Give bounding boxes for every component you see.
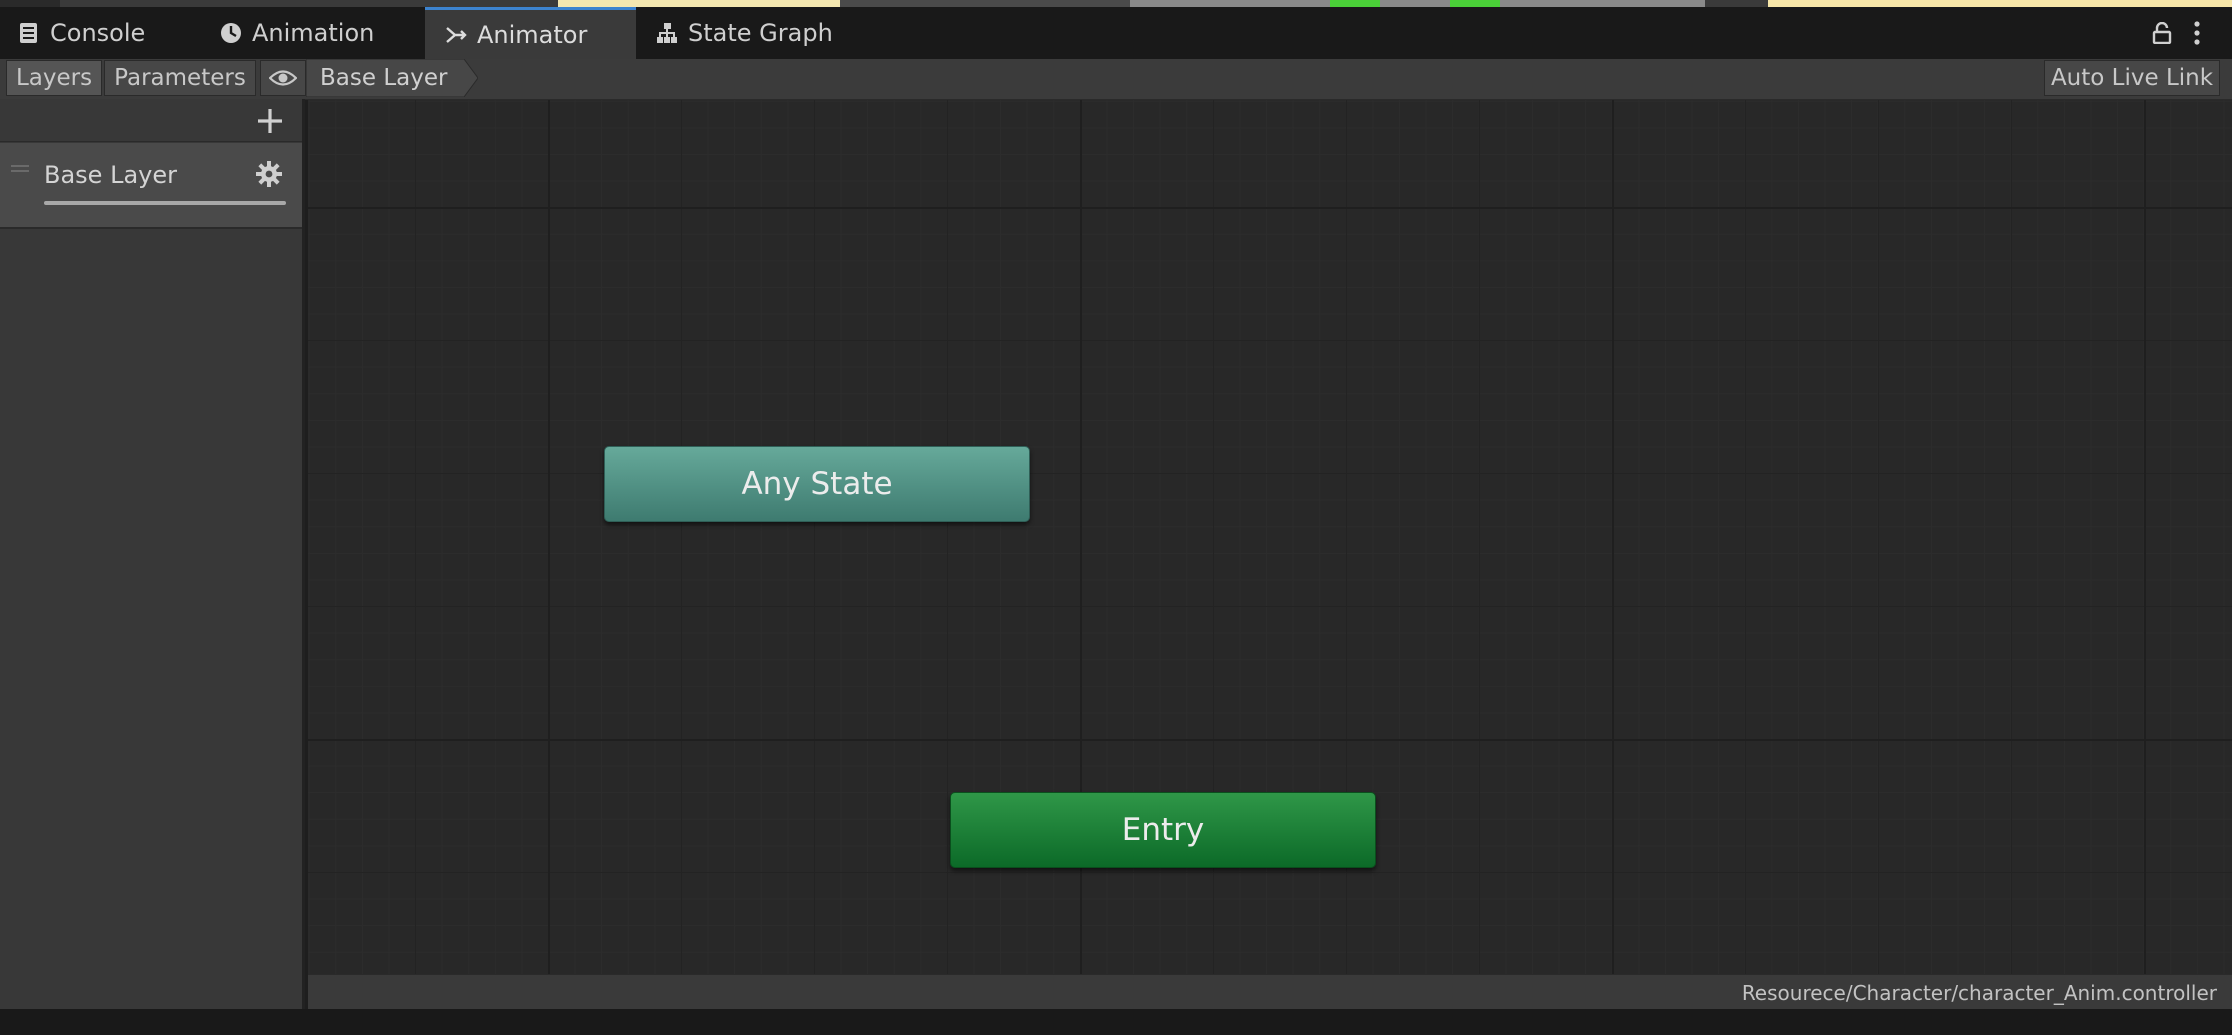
layers-tab-button[interactable]: Layers (6, 60, 102, 96)
console-icon (20, 23, 37, 43)
any-state-node[interactable]: Any State (604, 446, 1030, 522)
status-bar: Resourece/Character/character_Anim.contr… (308, 974, 2232, 1010)
layers-panel-header (0, 99, 302, 142)
layer-name: Base Layer (44, 161, 177, 189)
layers-panel: Base Layer (0, 99, 305, 1009)
breadcrumb[interactable]: Base Layer (306, 59, 478, 97)
bottom-strip (0, 1009, 2232, 1035)
auto-live-link-button[interactable]: Auto Live Link (2044, 60, 2220, 96)
layers-label: Layers (15, 65, 93, 91)
tab-state-graph[interactable]: State Graph (656, 7, 886, 59)
animator-icon (446, 26, 467, 43)
parameters-label: Parameters (114, 65, 246, 91)
eye-icon (269, 70, 297, 86)
entry-node[interactable]: Entry (950, 792, 1376, 868)
tab-animator[interactable]: Animator (425, 7, 636, 59)
tab-animation[interactable]: Animation (220, 7, 420, 59)
hierarchy-icon (657, 23, 677, 43)
lock-icon[interactable] (2152, 22, 2172, 44)
top-window-strip (0, 0, 2232, 7)
tab-console[interactable]: Console (18, 7, 218, 59)
tab-label: Animator (477, 20, 588, 49)
parameters-tab-button[interactable]: Parameters (104, 60, 256, 96)
tab-label: State Graph (688, 19, 833, 47)
layer-weight-slider[interactable] (44, 201, 286, 205)
kebab-menu-icon[interactable] (2190, 20, 2204, 46)
window-tab-bar: Console Animation Animator State Graph (0, 7, 2232, 59)
layer-list-item[interactable]: Base Layer (0, 143, 302, 229)
toggle-visibility-button[interactable] (260, 60, 306, 96)
entry-label: Entry (1121, 812, 1205, 848)
add-layer-plus-icon[interactable] (252, 105, 288, 137)
any-state-label: Any State (741, 466, 893, 502)
controller-path: Resourece/Character/character_Anim.contr… (1741, 981, 2217, 1005)
animation-clock-icon (221, 23, 241, 43)
gear-icon[interactable] (255, 160, 283, 188)
breadcrumb-item-base-layer[interactable]: Base Layer (320, 65, 447, 91)
tab-label: Animation (252, 19, 375, 47)
auto-live-link-label: Auto Live Link (2050, 65, 2214, 91)
drag-handle-icon[interactable] (11, 165, 29, 173)
state-graph-canvas[interactable]: Any State Entry (308, 100, 2232, 974)
animator-toolbar: Layers Parameters Base Layer Auto Live L… (0, 59, 2232, 100)
tab-label: Console (50, 19, 146, 47)
